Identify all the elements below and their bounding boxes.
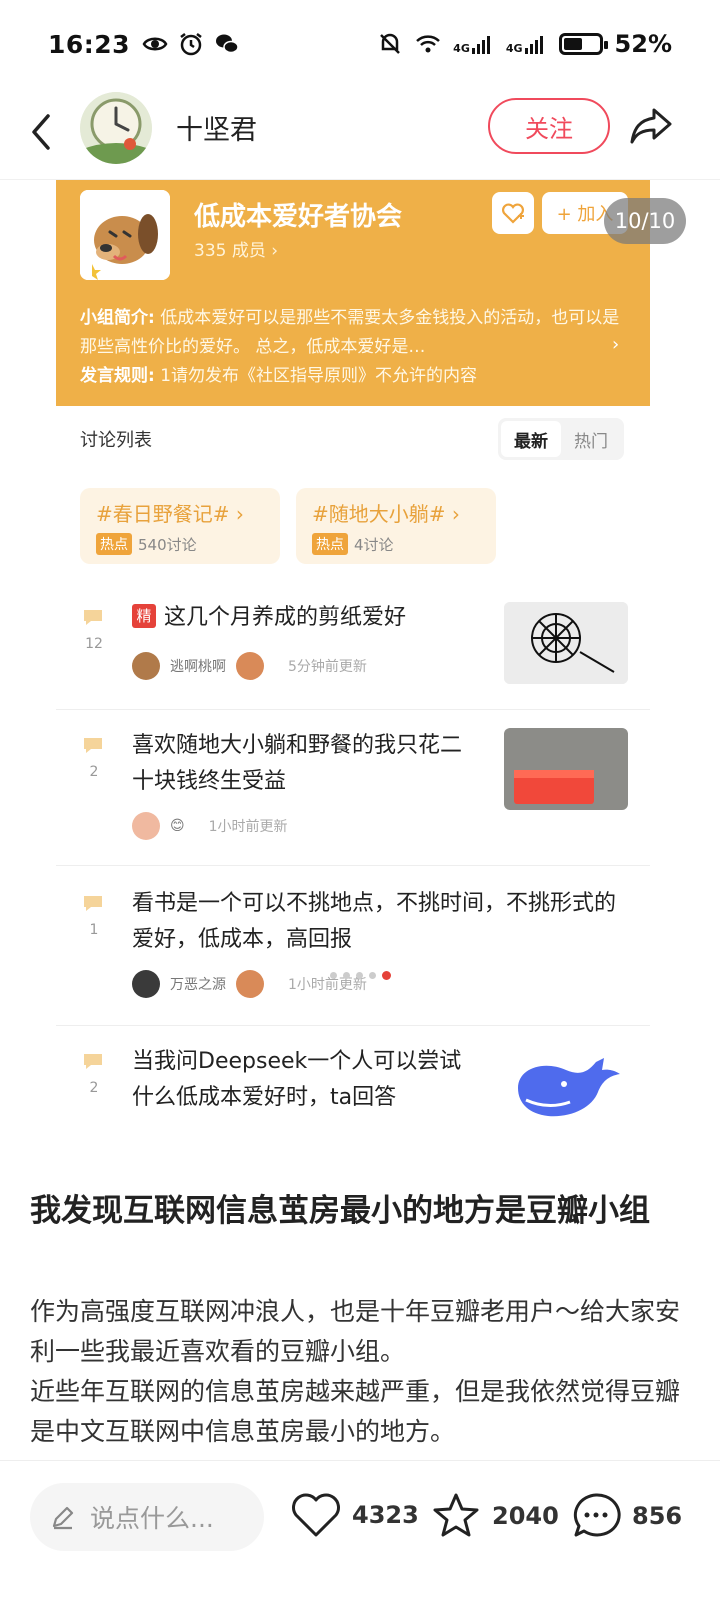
update-time: 5分钟前更新 <box>288 659 367 675</box>
battery-icon <box>558 33 608 55</box>
post-header: 十坚君 关注 <box>0 88 720 180</box>
back-arrow-icon[interactable] <box>26 108 58 156</box>
discussion-post: 2 喜欢随地大小躺和野餐的我只花二十块钱终生受益 😊 1小时前更新 <box>56 710 650 866</box>
image-counter: 10/10 <box>604 198 686 244</box>
post-title: 看书是一个可以不挑地点，不挑时间，不挑形式的爱好，低成本，高回报 <box>132 891 617 952</box>
username: 逃啊桃啊 <box>170 659 226 675</box>
signal-4g-icon-2: 4G <box>506 34 547 54</box>
hot-badge: 热点 <box>312 533 348 555</box>
article-body: 作为高强度互联网冲浪人，也是十年豆瓣老用户～给大家安利一些我最近喜欢看的豆瓣小组… <box>30 1292 694 1452</box>
star-icon <box>433 1493 479 1537</box>
featured-badge: 精 <box>132 604 156 628</box>
post-title: 当我问Deepseek一个人可以尝试什么低成本爱好时，ta回答 <box>132 1049 462 1110</box>
article-paragraph: 近些年互联网的信息茧房越来越严重，但是我依然觉得豆瓣是中文互联网中信息茧房最小的… <box>30 1377 681 1446</box>
discussion-post: 12 精这几个月养成的剪纸爱好 逃啊桃啊 5分钟前更新 <box>56 590 650 710</box>
carousel-indicator <box>0 971 720 980</box>
article-paragraph: 作为高强度互联网冲浪人，也是十年豆瓣老用户～给大家安利一些我最近喜欢看的豆瓣小组… <box>30 1297 681 1366</box>
share-icon[interactable] <box>628 102 674 148</box>
username-emoji: 😊 <box>170 818 185 834</box>
alarm-icon <box>180 33 202 56</box>
comment-count: 2 <box>89 764 99 780</box>
heart-plus-icon <box>502 203 524 224</box>
carousel-dot <box>342 972 350 979</box>
comment-input[interactable]: 说点什么... <box>30 1483 264 1551</box>
carousel-dot <box>329 972 337 979</box>
battery-percent: 52% <box>614 30 672 58</box>
discussion-post: 1 看书是一个可以不挑地点，不挑时间，不挑形式的爱好，低成本，高回报 万恶之源 … <box>56 866 650 1026</box>
article-title: 我发现互联网信息茧房最小的地方是豆瓣小组 <box>30 1193 650 1229</box>
comment-count: 856 <box>632 1502 683 1530</box>
favorite-button[interactable]: 2040 <box>430 1491 559 1541</box>
group-intro: 小组简介: 低成本爱好可以是那些不需要太多金钱投入的活动，也可以是那些高性价比的… <box>80 308 620 386</box>
comment-button[interactable]: 856 <box>570 1491 682 1541</box>
comment-placeholder: 说点什么... <box>90 1504 214 1533</box>
group-logo <box>80 190 170 280</box>
comment-count: 12 <box>85 636 103 652</box>
post-title: 精这几个月养成的剪纸爱好 <box>132 600 482 636</box>
discussion-list-title: 讨论列表 <box>80 430 152 451</box>
carousel-dot <box>368 972 376 979</box>
like-button[interactable]: 4323 <box>290 1491 419 1539</box>
avatar <box>236 652 264 680</box>
comment-count: 1 <box>89 922 99 938</box>
group-favorite-button <box>492 192 534 234</box>
post-image[interactable]: 低成本爱好者协会 335 成员 › + 加入 小组简介: 低成本爱好可以是那些不… <box>56 180 650 1160</box>
comment-bubble-icon <box>84 738 102 753</box>
clock: 16:23 <box>48 29 131 59</box>
group-card: 低成本爱好者协会 335 成员 › + 加入 小组简介: 低成本爱好可以是那些不… <box>56 180 650 406</box>
avatar <box>132 652 160 680</box>
wechat-icon <box>216 34 239 54</box>
author-name[interactable]: 十坚君 <box>176 108 257 147</box>
comment-bubble-icon <box>84 610 102 625</box>
tab-hot: 热门 <box>574 431 608 452</box>
pencil-icon <box>52 1506 74 1530</box>
topic-card: #随地大小躺# › 热点 4讨论 <box>296 488 496 564</box>
comment-icon <box>573 1493 621 1537</box>
whale-icon <box>504 1044 628 1126</box>
comment-count: 2 <box>89 1080 99 1096</box>
author-avatar[interactable] <box>80 92 152 164</box>
status-bar: 16:23 4G 4G 52% <box>0 0 720 88</box>
comment-bubble-icon <box>84 1054 102 1069</box>
post-title: 喜欢随地大小躺和野餐的我只花二十块钱终生受益 <box>132 733 463 794</box>
topic-card: #春日野餐记# › 热点 540讨论 <box>80 488 280 564</box>
post-thumbnail <box>504 728 628 810</box>
heart-icon <box>292 1493 340 1537</box>
tab-latest: 最新 <box>501 421 561 457</box>
favorite-count: 2040 <box>492 1502 559 1530</box>
chevron-right-icon: › <box>612 334 620 355</box>
group-members: 335 成员 › <box>194 241 279 261</box>
carousel-dot <box>355 972 363 979</box>
like-count: 4323 <box>352 1501 419 1529</box>
wifi-icon <box>416 35 441 53</box>
eye-icon <box>142 37 168 51</box>
hot-badge: 热点 <box>96 533 132 555</box>
discussion-post: 2 当我问Deepseek一个人可以尝试什么低成本爱好时，ta回答 <box>56 1026 650 1136</box>
update-time: 1小时前更新 <box>208 819 288 835</box>
post-thumbnail <box>504 602 628 684</box>
bottom-action-bar: 说点什么... 4323 2040 856 <box>0 1460 720 1598</box>
follow-button[interactable]: 关注 <box>488 98 610 154</box>
sort-tabs: 最新 热门 <box>498 418 624 460</box>
signal-4g-icon-1: 4G <box>453 34 494 54</box>
comment-bubble-icon <box>84 896 102 911</box>
group-name: 低成本爱好者协会 <box>194 202 403 232</box>
mute-bell-icon <box>380 33 401 54</box>
avatar <box>132 812 160 840</box>
carousel-dot-active <box>381 971 391 980</box>
